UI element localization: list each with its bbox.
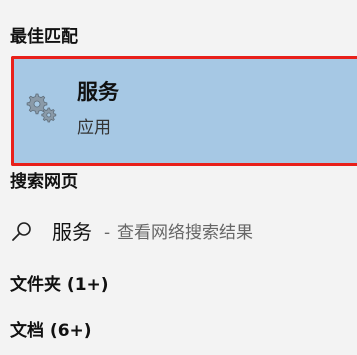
best-match-item-services[interactable]: 服务 应用: [11, 56, 357, 166]
web-search-separator: -: [104, 223, 111, 243]
web-search-query: 服务: [52, 220, 92, 244]
services-gears-icon: [26, 93, 57, 123]
best-match-title: 服务: [77, 80, 119, 104]
web-search-result[interactable]: 服务 - 查看网络搜索结果: [0, 210, 357, 254]
web-search-header: 搜索网页: [10, 172, 78, 192]
documents-category[interactable]: 文档 (6+): [10, 321, 92, 341]
web-search-hint: 查看网络搜索结果: [117, 223, 253, 243]
best-match-header: 最佳匹配: [10, 27, 78, 47]
best-match-subtitle: 应用: [77, 118, 111, 138]
search-results-panel: 最佳匹配 服务 应用 搜索网页 服务 - 查看网络搜索结果 文件夹 (1+) 文…: [0, 0, 357, 355]
folders-category[interactable]: 文件夹 (1+): [10, 275, 109, 295]
search-icon: [12, 222, 31, 241]
